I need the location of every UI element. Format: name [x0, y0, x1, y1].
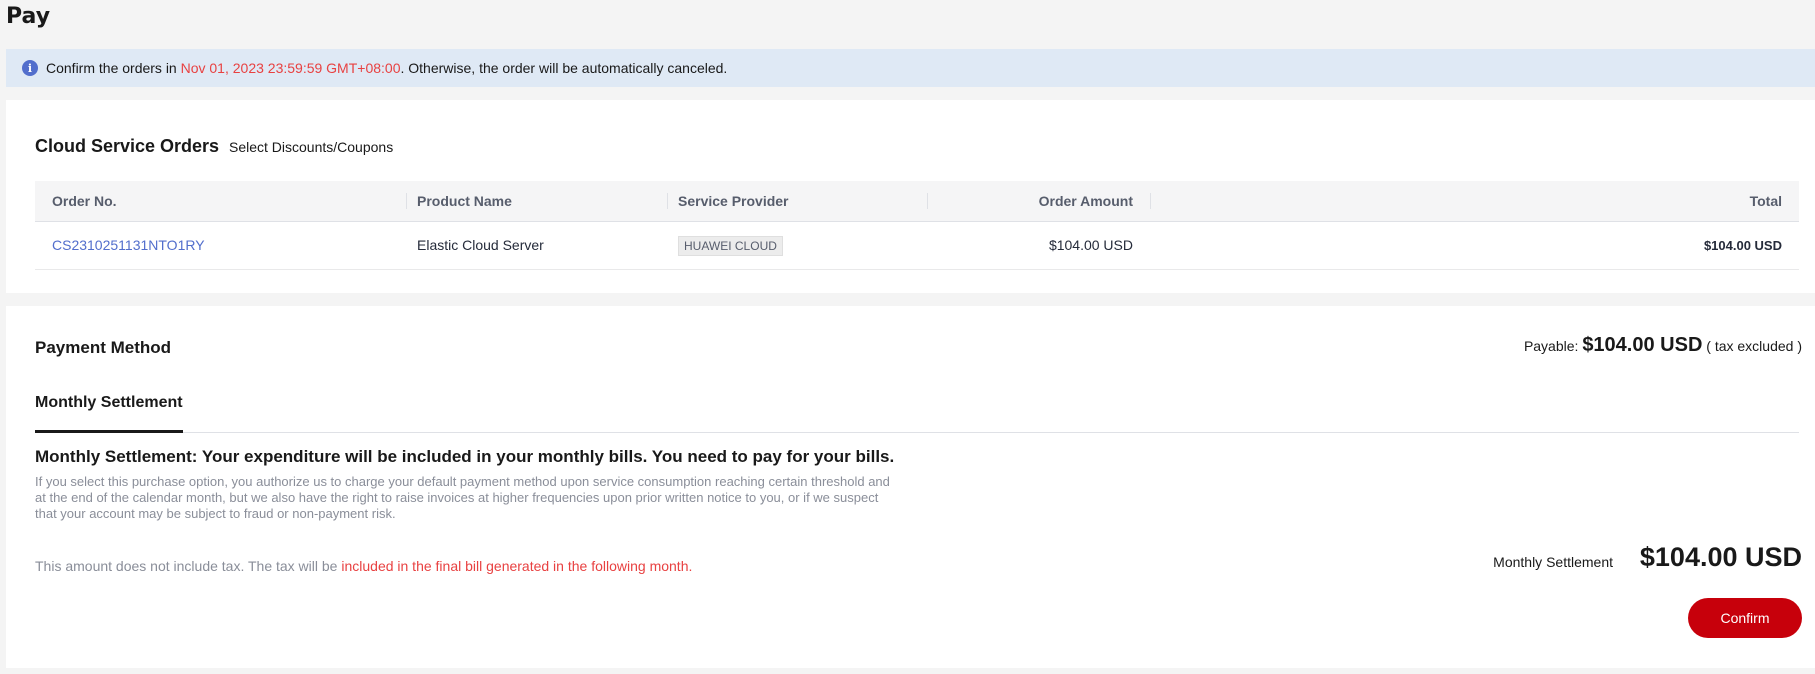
provider-badge: HUAWEI CLOUD: [678, 236, 783, 256]
column-divider[interactable]: [1150, 193, 1151, 209]
settlement-summary-amount: $104.00 USD: [1639, 542, 1802, 572]
confirm-button[interactable]: Confirm: [1688, 598, 1802, 638]
deadline-notice: i Confirm the orders in Nov 01, 2023 23:…: [6, 49, 1815, 87]
payment-method-title: Payment Method: [35, 338, 172, 357]
method-description: If you select this purchase option, you …: [35, 474, 890, 521]
column-divider[interactable]: [667, 193, 668, 209]
notice-prefix: Confirm the orders in: [46, 60, 181, 76]
payment-card: Payment Method Payable: $104.00 USD ( ta…: [6, 306, 1815, 668]
orders-title: Cloud Service Orders: [35, 136, 220, 156]
payable-summary: Payable: $104.00 USD ( tax excluded ): [1524, 334, 1802, 357]
info-icon: i: [22, 60, 38, 76]
tax-note-highlight: included in the final bill generated in …: [341, 558, 693, 574]
tax-note: This amount does not include tax. The ta…: [35, 558, 692, 574]
order-total: $104.00 USD: [1703, 238, 1782, 253]
order-number-link[interactable]: CS2310251131NTO1RY: [52, 222, 205, 269]
tax-note-text: This amount does not include tax. The ta…: [35, 558, 342, 574]
table-header: Order No. Product Name Service Provider …: [35, 181, 1799, 222]
column-header-total: Total: [1749, 193, 1782, 209]
column-divider[interactable]: [406, 193, 407, 209]
column-header-order-no: Order No.: [52, 193, 117, 209]
orders-card: Cloud Service Orders Select Discounts/Co…: [6, 100, 1815, 293]
column-divider[interactable]: [927, 193, 928, 209]
payable-label: Payable:: [1523, 338, 1579, 354]
column-header-order-amount: Order Amount: [1038, 193, 1133, 209]
product-name: Elastic Cloud Server: [417, 237, 544, 253]
column-header-service-provider: Service Provider: [678, 193, 789, 209]
notice-suffix: . Otherwise, the order will be automatic…: [400, 60, 728, 76]
orders-table: Order No. Product Name Service Provider …: [35, 181, 1799, 270]
service-provider-cell: HUAWEI CLOUD: [678, 222, 783, 269]
payable-tax-note: ( tax excluded ): [1706, 338, 1802, 354]
order-amount: $104.00 USD: [1048, 237, 1133, 253]
table-row: CS2310251131NTO1RY Elastic Cloud Server …: [35, 222, 1799, 270]
select-discounts-link[interactable]: Select Discounts/Coupons: [229, 139, 393, 155]
tab-monthly-settlement[interactable]: Monthly Settlement: [35, 394, 183, 433]
payment-method-tabs: Monthly Settlement: [35, 370, 1799, 433]
page-title: Pay: [6, 4, 51, 29]
column-header-product-name: Product Name: [417, 193, 512, 209]
payable-amount: $104.00 USD: [1582, 334, 1703, 356]
method-heading: Monthly Settlement: Your expenditure wil…: [35, 447, 895, 466]
notice-deadline: Nov 01, 2023 23:59:59 GMT+08:00: [180, 60, 401, 76]
settlement-summary-label: Monthly Settlement: [1493, 554, 1613, 570]
